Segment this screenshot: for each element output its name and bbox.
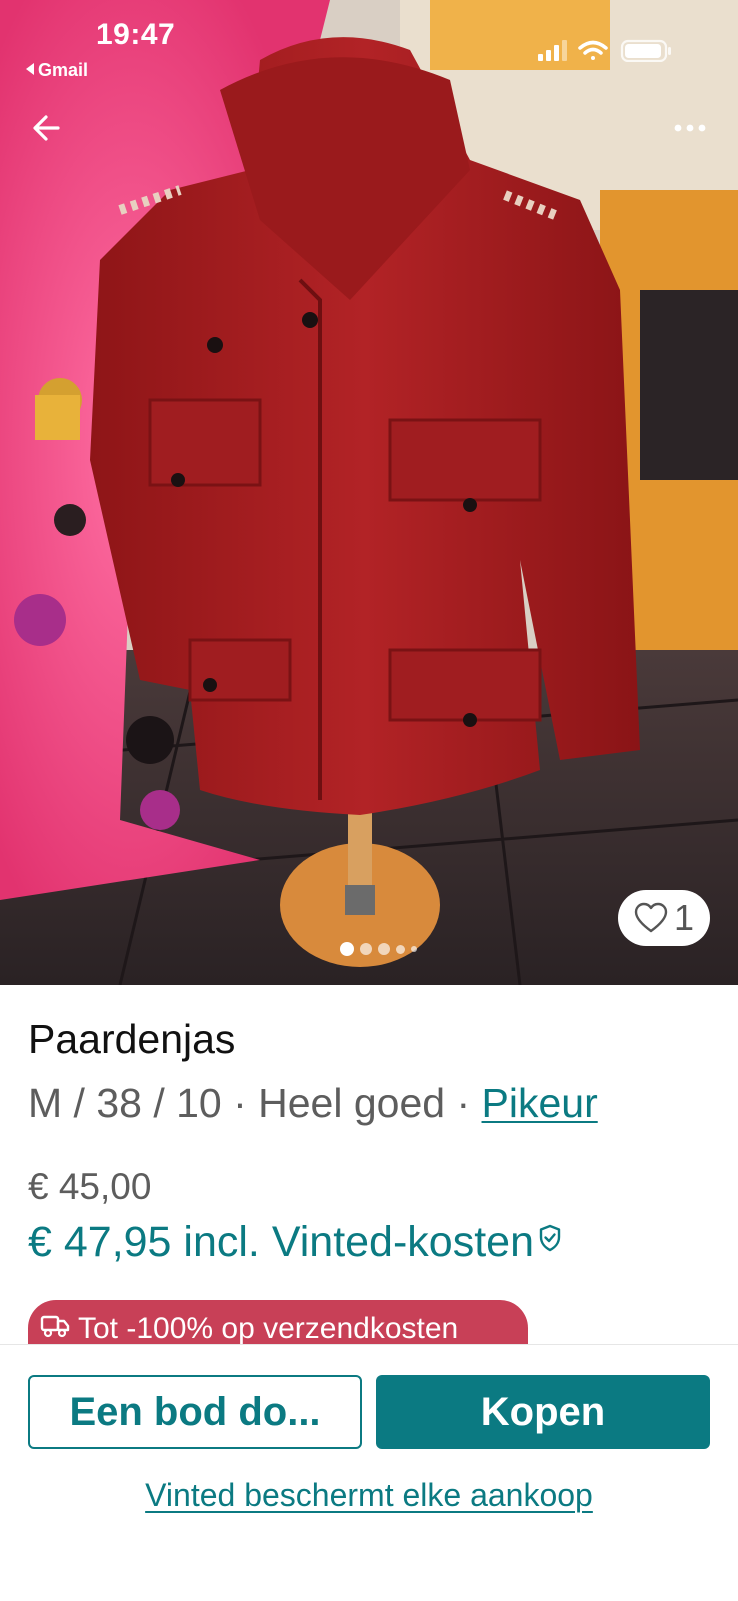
favorite-count: 1	[673, 897, 695, 938]
make-offer-button[interactable]: Een bod do...	[28, 1375, 362, 1449]
product-photo[interactable]	[0, 0, 738, 985]
battery-icon	[620, 39, 671, 62]
item-price: € 45,00	[28, 1166, 152, 1207]
item-size-condition: M / 38 / 10 · Heel goed ·	[28, 1080, 482, 1126]
buyer-protection-link[interactable]: Vinted beschermt elke aankoop	[0, 1477, 738, 1514]
favorite-button[interactable]: 1	[618, 890, 710, 946]
gallery-dot[interactable]	[411, 946, 417, 952]
item-details: M / 38 / 10 · Heel goed · Pikeur	[28, 1080, 598, 1127]
more-options-button[interactable]	[670, 116, 710, 140]
price-total-label: € 47,95 incl. Vinted-kosten	[28, 1218, 534, 1266]
back-button[interactable]	[28, 108, 68, 148]
status-back-app-label: Gmail	[38, 60, 89, 80]
gallery-pagination[interactable]	[340, 942, 417, 956]
gallery-dot[interactable]	[360, 943, 372, 955]
status-back-to-app[interactable]: Gmail	[26, 60, 88, 81]
status-time: 19:47	[96, 18, 176, 51]
status-icons	[538, 39, 671, 62]
heart-icon	[634, 902, 668, 933]
arrow-left-icon	[33, 115, 60, 141]
back-triangle-icon	[26, 63, 34, 75]
buy-button[interactable]: Kopen	[376, 1375, 710, 1449]
brand-link[interactable]: Pikeur	[482, 1080, 598, 1126]
signal-icon	[538, 40, 567, 61]
promo-label: Tot -100% op verzendkosten	[78, 1312, 459, 1345]
gallery-dot[interactable]	[340, 942, 354, 956]
status-bar: 19:47 Gmail	[0, 0, 738, 90]
gallery-dot[interactable]	[396, 944, 405, 954]
more-horizontal-icon	[674, 124, 706, 132]
wifi-icon	[578, 40, 608, 60]
bottom-action-bar: Een bod do... Kopen Vinted beschermt elk…	[0, 1344, 738, 1601]
shield-check-icon[interactable]	[538, 1224, 562, 1252]
gallery-dot[interactable]	[378, 943, 390, 955]
truck-icon	[40, 1315, 70, 1338]
item-title: Paardenjas	[28, 1016, 236, 1062]
item-price-total[interactable]: € 47,95 incl. Vinted-kosten	[28, 1218, 562, 1267]
jacket-photo-image	[0, 0, 738, 985]
